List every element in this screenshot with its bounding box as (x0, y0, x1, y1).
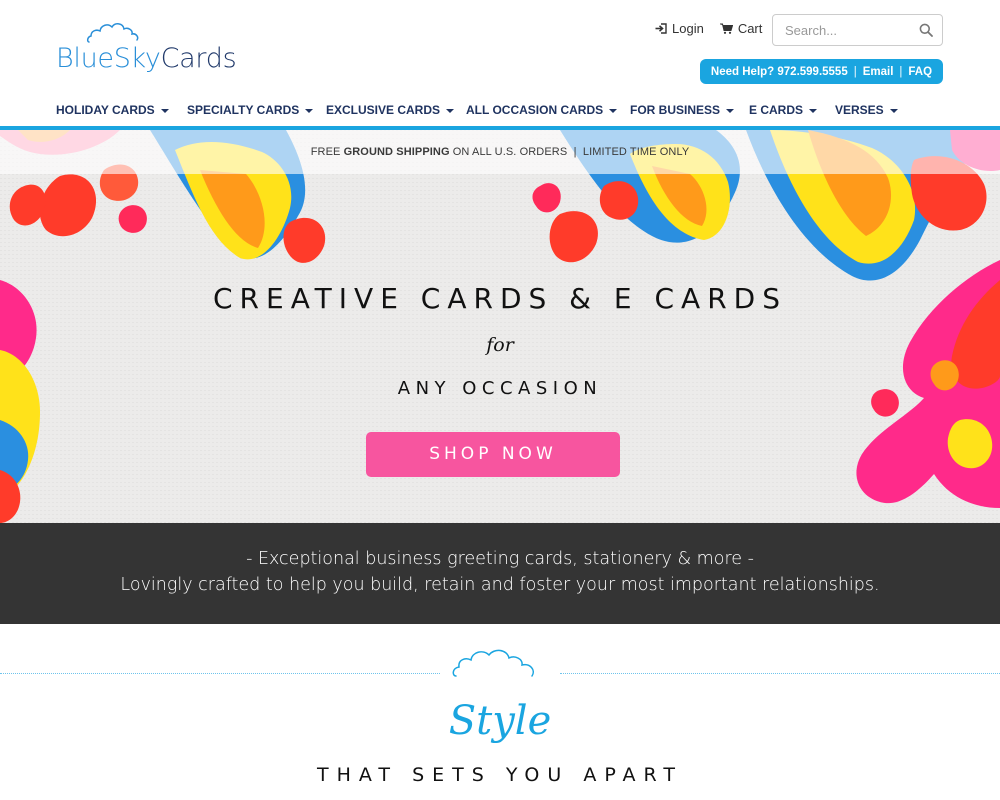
nav-item-holiday-cards[interactable]: HOLIDAY CARDS (56, 103, 169, 117)
separator: | (899, 65, 903, 78)
nav-item-exclusive-cards[interactable]: EXCLUSIVE CARDS (326, 103, 455, 117)
cart-icon (719, 23, 733, 34)
cart-link[interactable]: Cart (719, 21, 763, 36)
shop-now-button[interactable]: SHOP NOW (366, 432, 620, 477)
sign-in-icon (655, 23, 667, 34)
nav-item-label: EXCLUSIVE CARDS (326, 103, 441, 117)
caret-down-icon (305, 108, 314, 113)
promo-separator: | (573, 146, 577, 158)
hero-for-text: for (486, 334, 514, 356)
nav-item-label: FOR BUSINESS (630, 103, 721, 117)
cloud-icon (86, 23, 139, 43)
login-link[interactable]: Login (655, 21, 704, 36)
section-divider-left (0, 673, 440, 674)
help-bar: Need Help? 972.599.5555 | Email | FAQ (700, 59, 943, 84)
nav-item-label: HOLIDAY CARDS (56, 103, 155, 117)
caret-down-icon (889, 108, 898, 113)
caret-down-icon (809, 108, 818, 113)
nav-item-label: E CARDS (749, 103, 804, 117)
search-box (772, 14, 943, 46)
style-tagline: THAT SETS YOU APART (317, 764, 683, 786)
promo-bold: GROUND SHIPPING (343, 146, 450, 158)
search-icon[interactable] (919, 23, 933, 37)
band-line-2: Lovingly crafted to help you build, reta… (120, 575, 880, 595)
nav-item-for-business[interactable]: FOR BUSINESS (630, 103, 735, 117)
nav-item-label: ALL OCCASION CARDS (466, 103, 604, 117)
nav-item-specialty-cards[interactable]: SPECIALTY CARDS (187, 103, 314, 117)
nav-item-verses[interactable]: VERSES (835, 103, 898, 117)
promo-banner: FREE GROUND SHIPPING ON ALL U.S. ORDERS … (0, 130, 1000, 174)
logo-text-blue: BlueSky (56, 43, 161, 74)
login-label: Login (672, 21, 704, 36)
caret-down-icon (609, 108, 618, 113)
cart-label: Cart (737, 21, 763, 36)
separator: | (853, 65, 857, 78)
hero-title: CREATIVE CARDS & E CARDS (213, 282, 787, 315)
logo-text: BlueSkyCards (56, 43, 237, 74)
promo-prefix: FREE (310, 146, 341, 158)
nav-item-e-cards[interactable]: E CARDS (749, 103, 818, 117)
caret-down-icon (446, 108, 455, 113)
site-header: BlueSkyCards Login Cart Need Hel (0, 0, 1000, 96)
logo-text-navy: Cards (160, 43, 237, 74)
tagline-band: - Exceptional business greeting cards, s… (0, 523, 1000, 624)
search-input[interactable] (773, 15, 913, 45)
promo-suffix: LIMITED TIME ONLY (582, 146, 690, 158)
band-line-1: - Exceptional business greeting cards, s… (246, 549, 754, 569)
cloud-icon (452, 649, 534, 677)
nav-item-all-occasion-cards[interactable]: ALL OCCASION CARDS (466, 103, 618, 117)
logo[interactable]: BlueSkyCards (56, 22, 256, 76)
section-divider-right (560, 673, 1000, 674)
nav-item-label: SPECIALTY CARDS (187, 103, 300, 117)
main-nav: HOLIDAY CARDS SPECIALTY CARDS EXCLUSIVE … (0, 97, 1000, 125)
caret-down-icon (726, 108, 735, 113)
account-links: Login Cart (655, 21, 762, 36)
caret-down-icon (160, 108, 169, 113)
hero-subtitle: ANY OCCASION (397, 378, 603, 399)
promo-middle: ON ALL U.S. ORDERS (452, 146, 568, 158)
email-link[interactable]: Email (863, 66, 894, 78)
faq-link[interactable]: FAQ (908, 66, 932, 78)
nav-item-label: VERSES (835, 103, 884, 117)
help-phone-link[interactable]: Need Help? 972.599.5555 (711, 66, 848, 78)
hero-banner: FREE GROUND SHIPPING ON ALL U.S. ORDERS … (0, 130, 1000, 523)
style-heading: Style (448, 698, 552, 744)
